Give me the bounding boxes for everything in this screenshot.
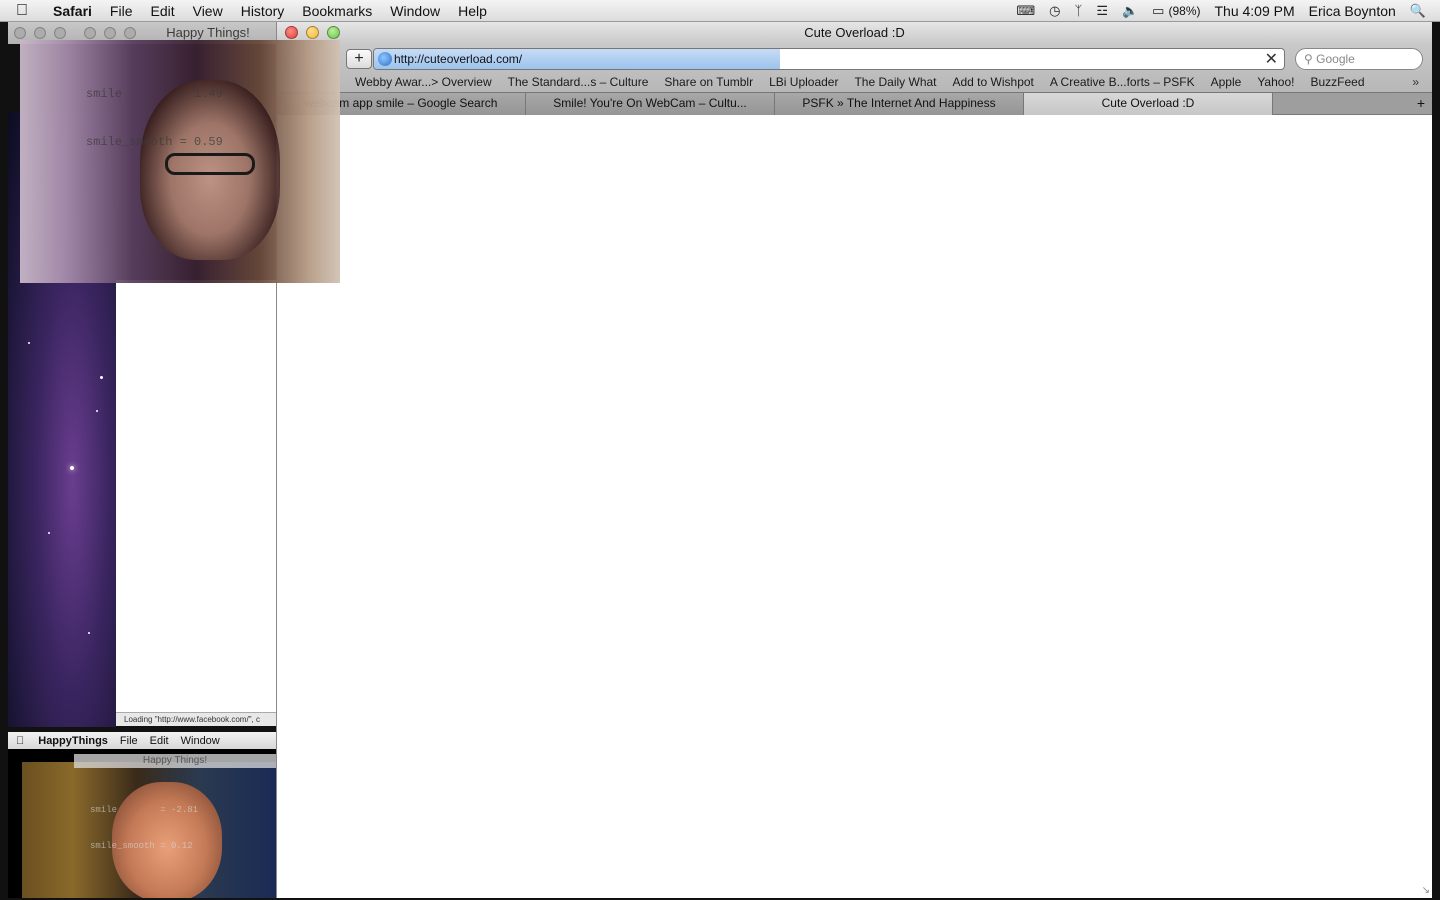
menu-user[interactable]: Erica Boynton xyxy=(1309,3,1396,19)
bookmark-item[interactable]: The Standard...s – Culture xyxy=(500,75,657,89)
address-field[interactable]: http://cuteoverload.com/ xyxy=(394,52,522,66)
tab-smile-webcam[interactable]: Smile! You're On WebCam – Cultu... xyxy=(526,93,775,115)
zoom-button[interactable] xyxy=(124,27,136,39)
bookmark-item[interactable]: Add to Wishpot xyxy=(945,75,1042,89)
bookmark-item[interactable]: LBi Uploader xyxy=(761,75,846,89)
web-content[interactable] xyxy=(277,116,1432,898)
menu-file[interactable]: File xyxy=(101,3,142,19)
spotlight-icon[interactable]: 🔍 xyxy=(1410,3,1426,19)
background-window-page xyxy=(116,280,276,720)
stop-loading-icon[interactable]: ✕ xyxy=(1265,49,1278,69)
bookmark-item[interactable]: Webby Awar...> Overview xyxy=(347,75,500,89)
close-button[interactable] xyxy=(285,26,298,39)
menu-view[interactable]: View xyxy=(184,3,232,19)
star xyxy=(48,532,50,534)
menu-extras: ⌨ ◷ ᛉ ☲ 🔈 ▭ (98%) Thu 4:09 PM Erica Boyn… xyxy=(1016,3,1440,19)
zoom-button[interactable] xyxy=(327,26,340,39)
mini-smile-value: smile = -2.81 xyxy=(90,805,199,815)
close-button[interactable] xyxy=(14,27,26,39)
bookmark-item[interactable]: Yahoo! xyxy=(1249,75,1302,89)
window-controls xyxy=(14,27,136,39)
star xyxy=(100,376,103,379)
tab-psfk[interactable]: PSFK » The Internet And Happiness xyxy=(775,93,1024,115)
minimize-button[interactable] xyxy=(34,27,46,39)
menu-edit[interactable]: Edit xyxy=(144,735,175,747)
search-field[interactable]: ⚲ Google xyxy=(1295,48,1423,70)
search-placeholder: Google xyxy=(1316,52,1355,66)
menu-clock[interactable]: Thu 4:09 PM xyxy=(1214,3,1294,19)
wifi-icon[interactable]: ☲ xyxy=(1096,3,1108,19)
mini-smile-readout: smile = -2.81 smile_smooth = 0.12 xyxy=(90,780,198,876)
bookmark-item[interactable]: The Daily What xyxy=(846,75,944,89)
new-tab-button[interactable]: + xyxy=(1410,93,1432,115)
time-machine-icon[interactable]: ◷ xyxy=(1049,3,1060,19)
keyboard-icon[interactable]: ⌨ xyxy=(1016,3,1035,19)
smile-value: smile = 1.49 xyxy=(86,87,223,101)
desktop:  Safari File Edit View History Bookmark… xyxy=(0,0,1440,900)
apple-menu-icon[interactable]:  xyxy=(0,2,44,20)
tab-bar: webcam app smile – Google Search Smile! … xyxy=(277,92,1432,115)
menu-window[interactable]: Window xyxy=(175,735,226,747)
window-title: Cute Overload :D xyxy=(804,25,905,40)
bookmark-item[interactable]: Share on Tumblr xyxy=(656,75,761,89)
star xyxy=(96,410,98,412)
resize-handle-icon[interactable]: ↘ xyxy=(1422,885,1430,896)
battery-icon[interactable]: ▭ xyxy=(1152,3,1164,19)
close-button[interactable] xyxy=(84,27,96,39)
bookmark-item[interactable]: BuzzFeed xyxy=(1302,75,1372,89)
menu-edit[interactable]: Edit xyxy=(141,3,183,19)
menu-app-safari[interactable]: Safari xyxy=(44,3,101,19)
battery-percent: (98%) xyxy=(1168,3,1201,18)
mini-smile-smooth-value: smile_smooth = 0.12 xyxy=(90,841,193,851)
menu-window[interactable]: Window xyxy=(381,3,449,19)
menu-bar:  Safari File Edit View History Bookmark… xyxy=(0,0,1440,22)
mini-screen-happythings:  HappyThings File Edit Window Happy Thi… xyxy=(8,732,276,898)
globe-icon xyxy=(378,52,392,66)
minimize-button[interactable] xyxy=(104,27,116,39)
apple-menu-icon[interactable]:  xyxy=(8,735,32,747)
volume-icon[interactable]: 🔈 xyxy=(1122,3,1138,19)
safari-titlebar[interactable]: Cute Overload :D xyxy=(277,22,1432,44)
search-icon: ⚲ xyxy=(1304,52,1313,66)
bookmark-item[interactable]: A Creative B...forts – PSFK xyxy=(1042,75,1203,89)
minimize-button[interactable] xyxy=(306,26,319,39)
mini-menu-bar:  HappyThings File Edit Window xyxy=(8,732,276,749)
tab-cute-overload[interactable]: Cute Overload :D xyxy=(1024,93,1273,115)
smile-readout: smile = 1.49 smile_smooth = 0.59 xyxy=(86,54,223,182)
star xyxy=(88,632,90,634)
menu-history[interactable]: History xyxy=(232,3,294,19)
menu-bookmarks[interactable]: Bookmarks xyxy=(293,3,381,19)
bluetooth-icon[interactable]: ᛉ xyxy=(1075,3,1083,18)
window-title: Happy Things! xyxy=(166,25,250,40)
address-bar[interactable]: http://cuteoverload.com/ ✕ xyxy=(373,48,1285,70)
safari-window: Cute Overload :D + http://cuteoverload.c… xyxy=(276,22,1432,898)
zoom-button[interactable] xyxy=(54,27,66,39)
star xyxy=(70,466,74,470)
smile-smooth-value: smile_smooth = 0.59 xyxy=(86,135,223,149)
add-bookmark-button[interactable]: + xyxy=(346,49,372,69)
bookmark-item[interactable]: Apple xyxy=(1203,75,1250,89)
star xyxy=(28,342,30,344)
menu-app-happythings[interactable]: HappyThings xyxy=(32,735,114,747)
bookmarks-bar: Webby Awar...> Overview The Standard...s… xyxy=(347,73,1427,91)
mini-window-title[interactable]: Happy Things! xyxy=(74,754,276,768)
bookmarks-overflow-icon[interactable]: » xyxy=(1404,75,1427,89)
status-bar: Loading "http://www.facebook.com/", c xyxy=(116,712,276,726)
menu-file[interactable]: File xyxy=(114,735,144,747)
safari-toolbar: + http://cuteoverload.com/ ✕ ⚲ Google We… xyxy=(277,44,1432,92)
menu-help[interactable]: Help xyxy=(449,3,496,19)
